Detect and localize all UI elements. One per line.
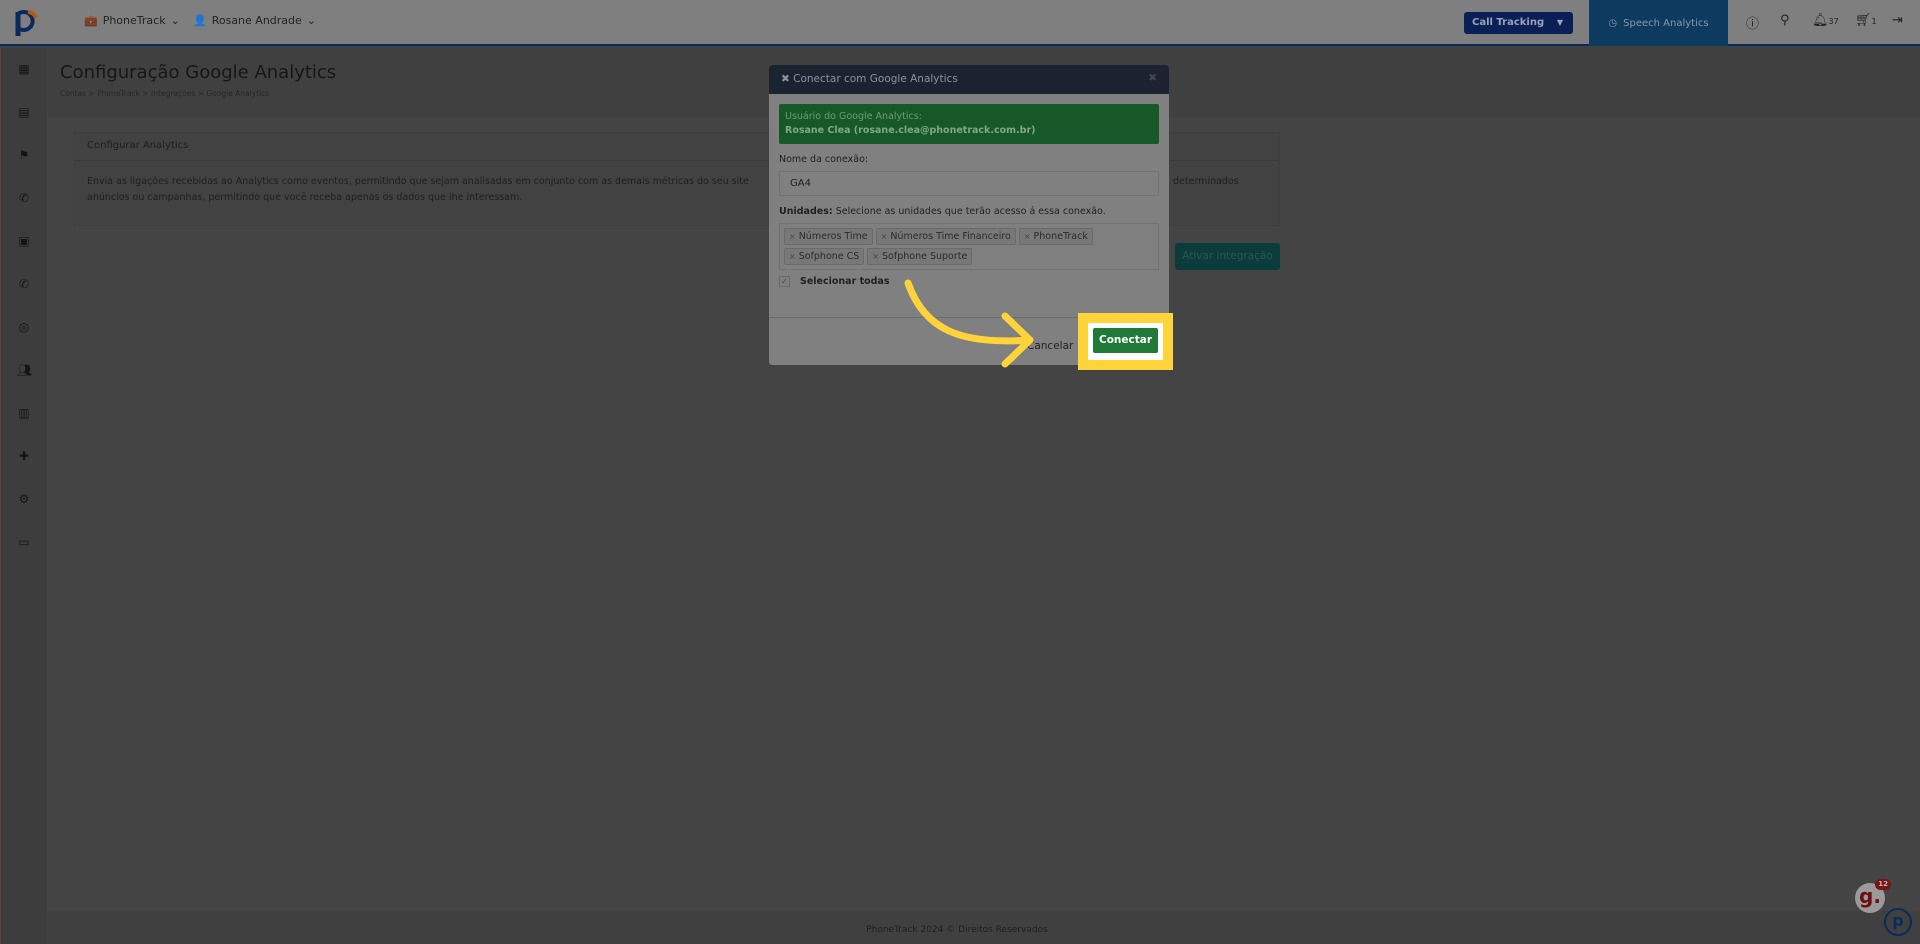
speech-analytics-icon: ◷ [1608,17,1618,29]
speech-analytics-button[interactable]: ◷ Speech Analytics [1589,0,1728,46]
remove-tag-icon[interactable]: × [872,252,879,261]
description-line-1-end: determinados [1173,176,1239,187]
units-hint: Selecione as unidades que terão acesso á… [835,206,1106,217]
select-all-checkbox[interactable]: ✓ Selecionar todas [779,276,1159,287]
remove-tag-icon[interactable]: × [789,232,796,241]
cart-icon: 🛒︎ [1855,13,1872,28]
cart-button[interactable]: 🛒︎1 [1855,13,1877,28]
chevron-down-icon: ⌄ [306,14,317,27]
phonetrack-logo[interactable] [14,8,40,38]
breadcrumb-google-analytics: Google Analytics [206,89,270,98]
unit-tag: × PhoneTrack [1018,228,1093,245]
unit-tag: × Sofphone CS [784,248,865,265]
widget-badge: 12 [1875,879,1891,890]
speech-analytics-label: Speech Analytics [1623,17,1709,29]
notifications-count: 37 [1828,17,1839,26]
gear-icon[interactable]: ⚙ [17,492,31,506]
breadcrumb-separator: > [142,89,149,98]
breadcrumb-separator: > [197,89,204,98]
breadcrumb-separator: > [88,89,95,98]
unit-tag-label: Sofphone CS [798,251,860,262]
dashboard-icon[interactable]: ▦ [17,62,31,76]
unit-tag: × Números Time [784,228,873,245]
units-multiselect[interactable]: × Números Time × Números Time Financeiro ×… [779,223,1159,270]
breadcrumb-integracoes[interactable]: Integrações [151,89,195,98]
checkmark-icon: ✓ [779,276,790,287]
puzzle-icon[interactable]: ✚ [17,449,31,463]
ga-user-label: Usuário do Google Analytics: [785,111,922,122]
description-line-1: Envia as ligações recebidas ao Analytics… [87,176,749,187]
connection-name-input[interactable]: GA4 [779,171,1159,196]
cancel-button[interactable]: Cancelar [1027,340,1073,352]
remove-tag-icon[interactable]: × [881,232,888,241]
units-label-strong: Unidades: [779,206,833,217]
modal-title: Conectar com Google Analytics [793,73,958,85]
breadcrumb: Contas > PhoneTrack > Integrações > Goog… [60,89,269,98]
breadcrumb-contas[interactable]: Contas [60,89,86,98]
unit-tag-label: Números Time [798,231,868,242]
connection-name-label: Nome da conexão: [779,154,869,165]
user-menu[interactable]: 👤 Rosane Andrade ⌄ [193,14,316,27]
units-label: Unidades: Selecione as unidades que terã… [779,206,1159,217]
unit-tag-label: Sofphone Suporte [882,251,968,262]
bell-icon: 🔔︎ [1812,13,1829,28]
page-title: Configuração Google Analytics [60,62,337,83]
account-menu[interactable]: 💼 PhoneTrack ⌄ [84,14,180,27]
modal-header: ✖ Conectar com Google Analytics ✖ [769,65,1169,94]
top-bar: 💼 PhoneTrack ⌄ 👤 Rosane Andrade ⌄ Call Track… [0,0,1920,46]
user-label: Rosane Andrade [211,14,302,27]
activate-integration-button[interactable]: Ativar integração [1175,243,1280,270]
speech-analytics-icon[interactable]: ◎ [17,320,31,334]
product-select[interactable]: Call Tracking ▼ [1464,12,1573,34]
select-all-label: Selecionar todas [800,276,890,287]
user-icon: 👤 [193,14,207,27]
users-icon[interactable]: 👥︎ [17,363,32,377]
remove-tag-icon[interactable]: × [1024,232,1031,241]
close-icon[interactable]: ✖ [1148,72,1157,84]
unit-tag: × Números Time Financeiro [875,228,1016,245]
phone-call-icon[interactable]: ✆ [17,277,31,291]
sidebar: ▦ ▤ ⚑ ✆ ▣ ✆ ◎ 👥︎ ▥ ✚ ⚙ ▭ [0,48,46,944]
phone-icon[interactable]: ✆ [17,191,31,205]
footer: PhoneTrack 2024 © Direitos Reservados [866,925,1048,935]
chat-widget-button[interactable]: g. 12 [1855,879,1891,913]
unit-tag: × Sofphone Suporte [867,248,973,265]
cart-count: 1 [1871,17,1877,26]
building-icon[interactable]: ▤ [17,105,31,119]
phonetrack-widget-icon[interactable]: p [1884,908,1912,936]
chevron-down-icon: ⌄ [170,14,180,27]
unit-tag-label: PhoneTrack [1033,231,1088,242]
briefcase-icon: 💼 [84,14,98,27]
ga-user-value: Rosane Clea (rosane.clea@phonetrack.com.… [785,125,1036,136]
caret-down-icon: ▼ [1556,18,1563,27]
account-label: PhoneTrack [102,14,166,27]
store-icon[interactable]: ▭ [17,535,31,549]
search-icon[interactable]: ⚲ [1780,13,1790,28]
help-icon[interactable]: ⓘ [1746,13,1759,32]
product-select-value: Call Tracking [1472,17,1545,28]
flag-icon[interactable]: ⚑ [17,148,31,162]
library-icon[interactable]: ▥ [17,406,31,420]
breadcrumb-phonetrack[interactable]: PhoneTrack [97,89,140,98]
remove-tag-icon[interactable]: × [789,252,796,261]
logout-icon[interactable]: ⇥ [1892,13,1903,28]
ga-user-alert: Usuário do Google Analytics: Rosane Clea … [779,104,1159,144]
notifications-button[interactable]: 🔔︎37 [1812,13,1839,28]
connect-button[interactable]: Conectar [1093,328,1158,353]
unit-tag-label: Números Time Financeiro [890,231,1011,242]
contact-card-icon[interactable]: ▣ [17,234,31,248]
plug-icon: ✖ [781,73,794,85]
